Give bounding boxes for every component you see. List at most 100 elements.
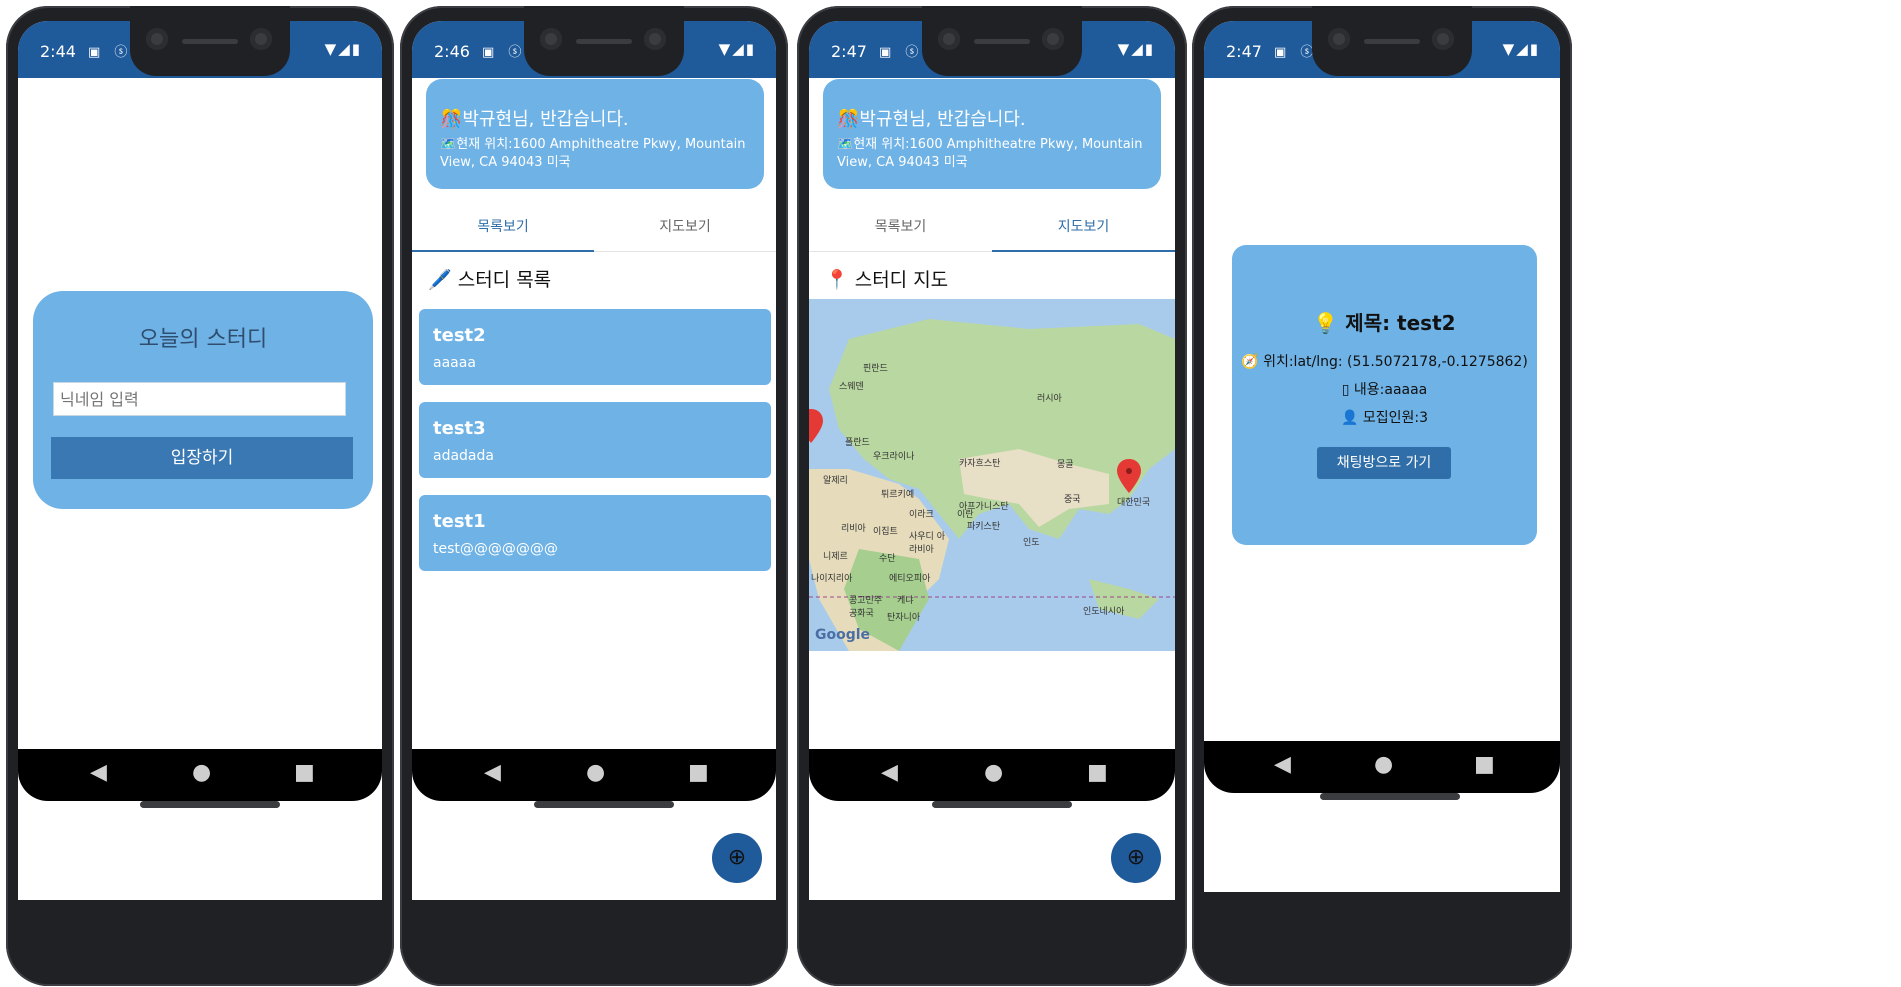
camera — [1328, 28, 1350, 50]
map-label: 튀르키예 — [881, 490, 915, 500]
back-icon[interactable]: ◀ — [1274, 752, 1291, 777]
tab-list[interactable]: 목록보기 — [809, 216, 992, 236]
map-label: 이라크 — [909, 510, 934, 520]
map-label: 카자흐스탄 — [959, 459, 1001, 469]
map-label: 니제르 — [823, 552, 848, 562]
go-to-chat-button[interactable]: 채팅방으로 가기 — [1317, 447, 1451, 479]
nickname-input[interactable] — [53, 382, 346, 416]
tab-map[interactable]: 지도보기 — [992, 216, 1175, 236]
map-label: 몽골 — [1057, 460, 1074, 470]
add-study-button[interactable]: ⊕ — [1111, 833, 1161, 883]
map-label: 인도 — [1023, 538, 1040, 548]
person-icon: 👤 — [1340, 410, 1359, 426]
recent-apps-icon[interactable]: ■ — [1087, 760, 1108, 785]
study-desc: test@@@@@@@ — [433, 541, 558, 557]
detail-members: 👤 모집인원:3 — [1340, 410, 1429, 426]
detail-content: ▯ 내용:aaaaa — [1341, 382, 1428, 398]
detail-location: 🧭 위치:lat/lng: (51.5072178,-0.1275862) — [1241, 354, 1528, 370]
phone-map: 2:47 ▣ ⓢ ▼◢▮ 🎊박규현님, 반갑습니다. 🗺️현재 위치:1600 … — [797, 6, 1187, 986]
status-time: 2:47 — [831, 42, 867, 61]
chin-bar — [1320, 793, 1460, 800]
login-card: 오늘의 스터디 입장하기 — [33, 291, 373, 509]
study-title: test2 — [433, 325, 486, 346]
celebration-icon: 🎊 — [440, 109, 463, 130]
recent-apps-icon[interactable]: ■ — [1474, 752, 1495, 777]
notch — [524, 6, 684, 76]
map-label: 스웨덴 — [839, 382, 864, 392]
speaker — [182, 39, 238, 44]
location-text: 🗺️현재 위치:1600 Amphitheatre Pkwy, Mountain… — [837, 137, 1143, 170]
back-icon[interactable]: ◀ — [484, 760, 501, 785]
notification-icons: ▣ ⓢ — [879, 45, 924, 60]
greeting-text: 🎊박규현님, 반갑습니다. — [440, 109, 629, 130]
study-title: test3 — [433, 418, 486, 439]
study-item[interactable]: test3 adadada — [419, 402, 771, 478]
home-icon[interactable]: ● — [984, 760, 1003, 785]
notification-icons: ▣ ⓢ — [88, 45, 133, 60]
tab-map[interactable]: 지도보기 — [594, 216, 776, 236]
study-detail-card: 💡 제목: test2 🧭 위치:lat/lng: (51.5072178,-0… — [1232, 245, 1537, 545]
home-icon[interactable]: ● — [586, 760, 605, 785]
section-title: 🖊️ 스터디 목록 — [428, 269, 552, 291]
map-label: 사우디 아라비아 — [909, 532, 945, 555]
nav-bar: ◀ ● ■ — [809, 749, 1175, 801]
study-map[interactable]: 러시아 카자흐스탄 몽골 중국 대한민국 인도 이란 이라크 튀르키예 이집트 … — [809, 299, 1175, 651]
status-time: 2:47 — [1226, 42, 1262, 61]
status-time: 2:44 — [40, 42, 76, 61]
notch — [922, 6, 1082, 76]
pin-icon: 📍 — [825, 269, 849, 291]
notch — [130, 6, 290, 76]
map-label: 탄자니아 — [887, 613, 921, 623]
camera — [938, 28, 960, 50]
study-desc: adadada — [433, 448, 494, 464]
map-label: 알제리 — [823, 476, 848, 486]
study-item[interactable]: test1 test@@@@@@@ — [419, 495, 771, 571]
map-label: 파키스탄 — [967, 522, 1001, 532]
tab-indicator — [992, 250, 1175, 252]
camera — [250, 28, 272, 50]
add-study-button[interactable]: ⊕ — [712, 833, 762, 883]
signal-battery-icon: ▼◢▮ — [718, 40, 756, 58]
phone-login: 2:44 ▣ ⓢ ▼◢▮ 오늘의 스터디 입장하기 ◀ ● ■ — [6, 6, 394, 986]
recent-apps-icon[interactable]: ■ — [688, 760, 709, 785]
map-label: 나이지리아 — [811, 574, 853, 584]
signal-battery-icon: ▼◢▮ — [324, 40, 362, 58]
map-label: 인도네시아 — [1083, 607, 1125, 617]
map-label: 콩고민주 공화국 — [849, 596, 883, 619]
chin-bar — [534, 801, 674, 808]
map-label: 우크라이나 — [873, 452, 915, 462]
map-label: 아프가니스탄 — [959, 502, 1009, 512]
back-icon[interactable]: ◀ — [881, 760, 898, 785]
map-label: 러시아 — [1037, 394, 1062, 404]
study-item[interactable]: test2 aaaaa — [419, 309, 771, 385]
home-icon[interactable]: ● — [192, 760, 211, 785]
map-icon: 🗺️ — [837, 137, 854, 152]
notification-icons: ▣ ⓢ — [482, 45, 527, 60]
app-title: 오늘의 스터디 — [138, 327, 268, 352]
camera — [540, 28, 562, 50]
camera — [644, 28, 666, 50]
map-label: 케냐 — [897, 596, 914, 606]
tab-bar: 목록보기 지도보기 — [809, 206, 1175, 252]
map-label: 중국 — [1064, 495, 1081, 505]
camera — [1432, 28, 1454, 50]
celebration-icon: 🎊 — [837, 109, 860, 130]
map-icon: 🗺️ — [440, 137, 457, 152]
compass-icon: 🧭 — [1241, 354, 1259, 370]
detail-title: 💡 제목: test2 — [1313, 311, 1456, 335]
map-label: 폴란드 — [845, 438, 870, 448]
home-icon[interactable]: ● — [1374, 752, 1393, 777]
pen-icon: 🖊️ — [428, 269, 452, 291]
status-time: 2:46 — [434, 42, 470, 61]
map-label: 이집트 — [873, 527, 898, 537]
nav-bar: ◀ ● ■ — [18, 749, 382, 801]
recent-apps-icon[interactable]: ■ — [294, 760, 315, 785]
tab-list[interactable]: 목록보기 — [412, 216, 594, 236]
map-label: 리비아 — [841, 524, 866, 534]
lightbulb-icon: 💡 — [1313, 311, 1339, 335]
camera — [1042, 28, 1064, 50]
enter-button[interactable]: 입장하기 — [51, 437, 353, 479]
speaker — [576, 39, 632, 44]
back-icon[interactable]: ◀ — [90, 760, 107, 785]
study-title: test1 — [433, 511, 486, 532]
